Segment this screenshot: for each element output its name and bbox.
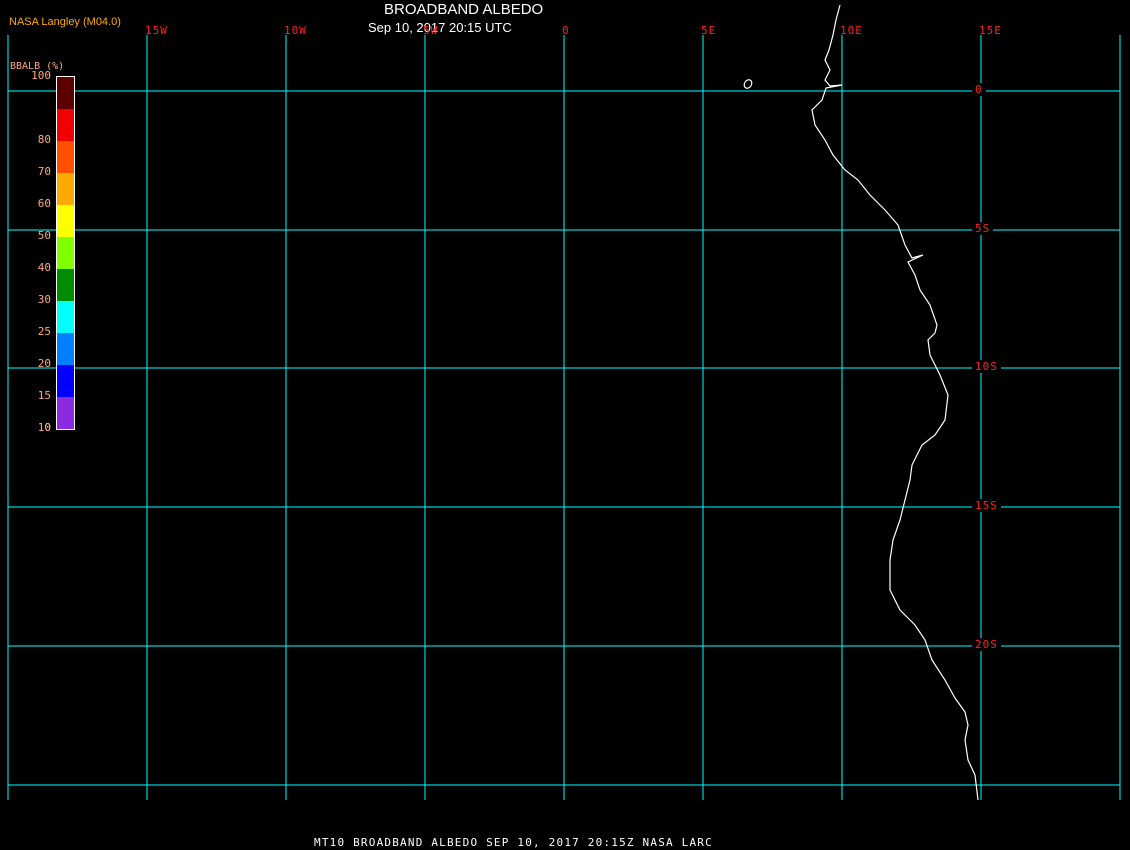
- colorbar-tick-label: 60: [37, 197, 51, 210]
- island-outline: [743, 79, 753, 89]
- colorbar-swatch: [57, 173, 74, 206]
- credit-label: NASA Langley (M04.0): [9, 16, 121, 28]
- colorbar-tick-label: 100: [31, 69, 51, 82]
- colorbar-tick-label: 25: [37, 325, 51, 338]
- colorbar-swatch: [57, 77, 74, 110]
- colorbar-swatch: [57, 205, 74, 238]
- longitude-label: 15W: [145, 24, 168, 37]
- colorbar-tick-label: 40: [37, 261, 51, 274]
- colorbar-swatch: [57, 141, 74, 174]
- colorbar-swatch: [57, 365, 74, 398]
- colorbar-tick-label: 0: [44, 421, 51, 434]
- map-canvas: [7, 4, 1121, 801]
- map-subtitle: Sep 10, 2017 20:15 UTC: [368, 20, 512, 35]
- latitude-label: 20S: [972, 638, 1001, 651]
- coastline: [811, 4, 979, 801]
- longitude-label: 5W: [423, 24, 439, 37]
- map-title: BROADBAND ALBEDO: [384, 1, 544, 18]
- colorbar-swatch: [57, 301, 74, 334]
- colorbar-swatch: [57, 397, 74, 430]
- longitude-label: 10E: [840, 24, 863, 37]
- colorbar-tick-label: 15: [37, 389, 51, 402]
- colorbar-swatch: [57, 109, 74, 142]
- colorbar-tick-label: 70: [37, 165, 51, 178]
- colorbar-tick-label: 30: [37, 293, 51, 306]
- colorbar-swatch: [57, 269, 74, 302]
- latitude-label: 10S: [972, 360, 1001, 373]
- colorbar-tick-label: 50: [37, 229, 51, 242]
- longitude-label: 10W: [284, 24, 307, 37]
- latitude-label: 15S: [972, 499, 1001, 512]
- longitude-label: 15E: [979, 24, 1002, 37]
- colorbar-swatch: [57, 237, 74, 270]
- latitude-label: 0: [972, 83, 986, 96]
- latitude-label: 5S: [972, 222, 994, 235]
- footer-caption: MT10 BROADBAND ALBEDO SEP 10, 2017 20:15…: [314, 836, 713, 849]
- longitude-label: 5E: [701, 24, 717, 37]
- colorbar-tick-label: 80: [37, 133, 51, 146]
- longitude-label: 0: [562, 24, 570, 37]
- colorbar-swatch: [57, 333, 74, 366]
- colorbar-tick-label: 20: [37, 357, 51, 370]
